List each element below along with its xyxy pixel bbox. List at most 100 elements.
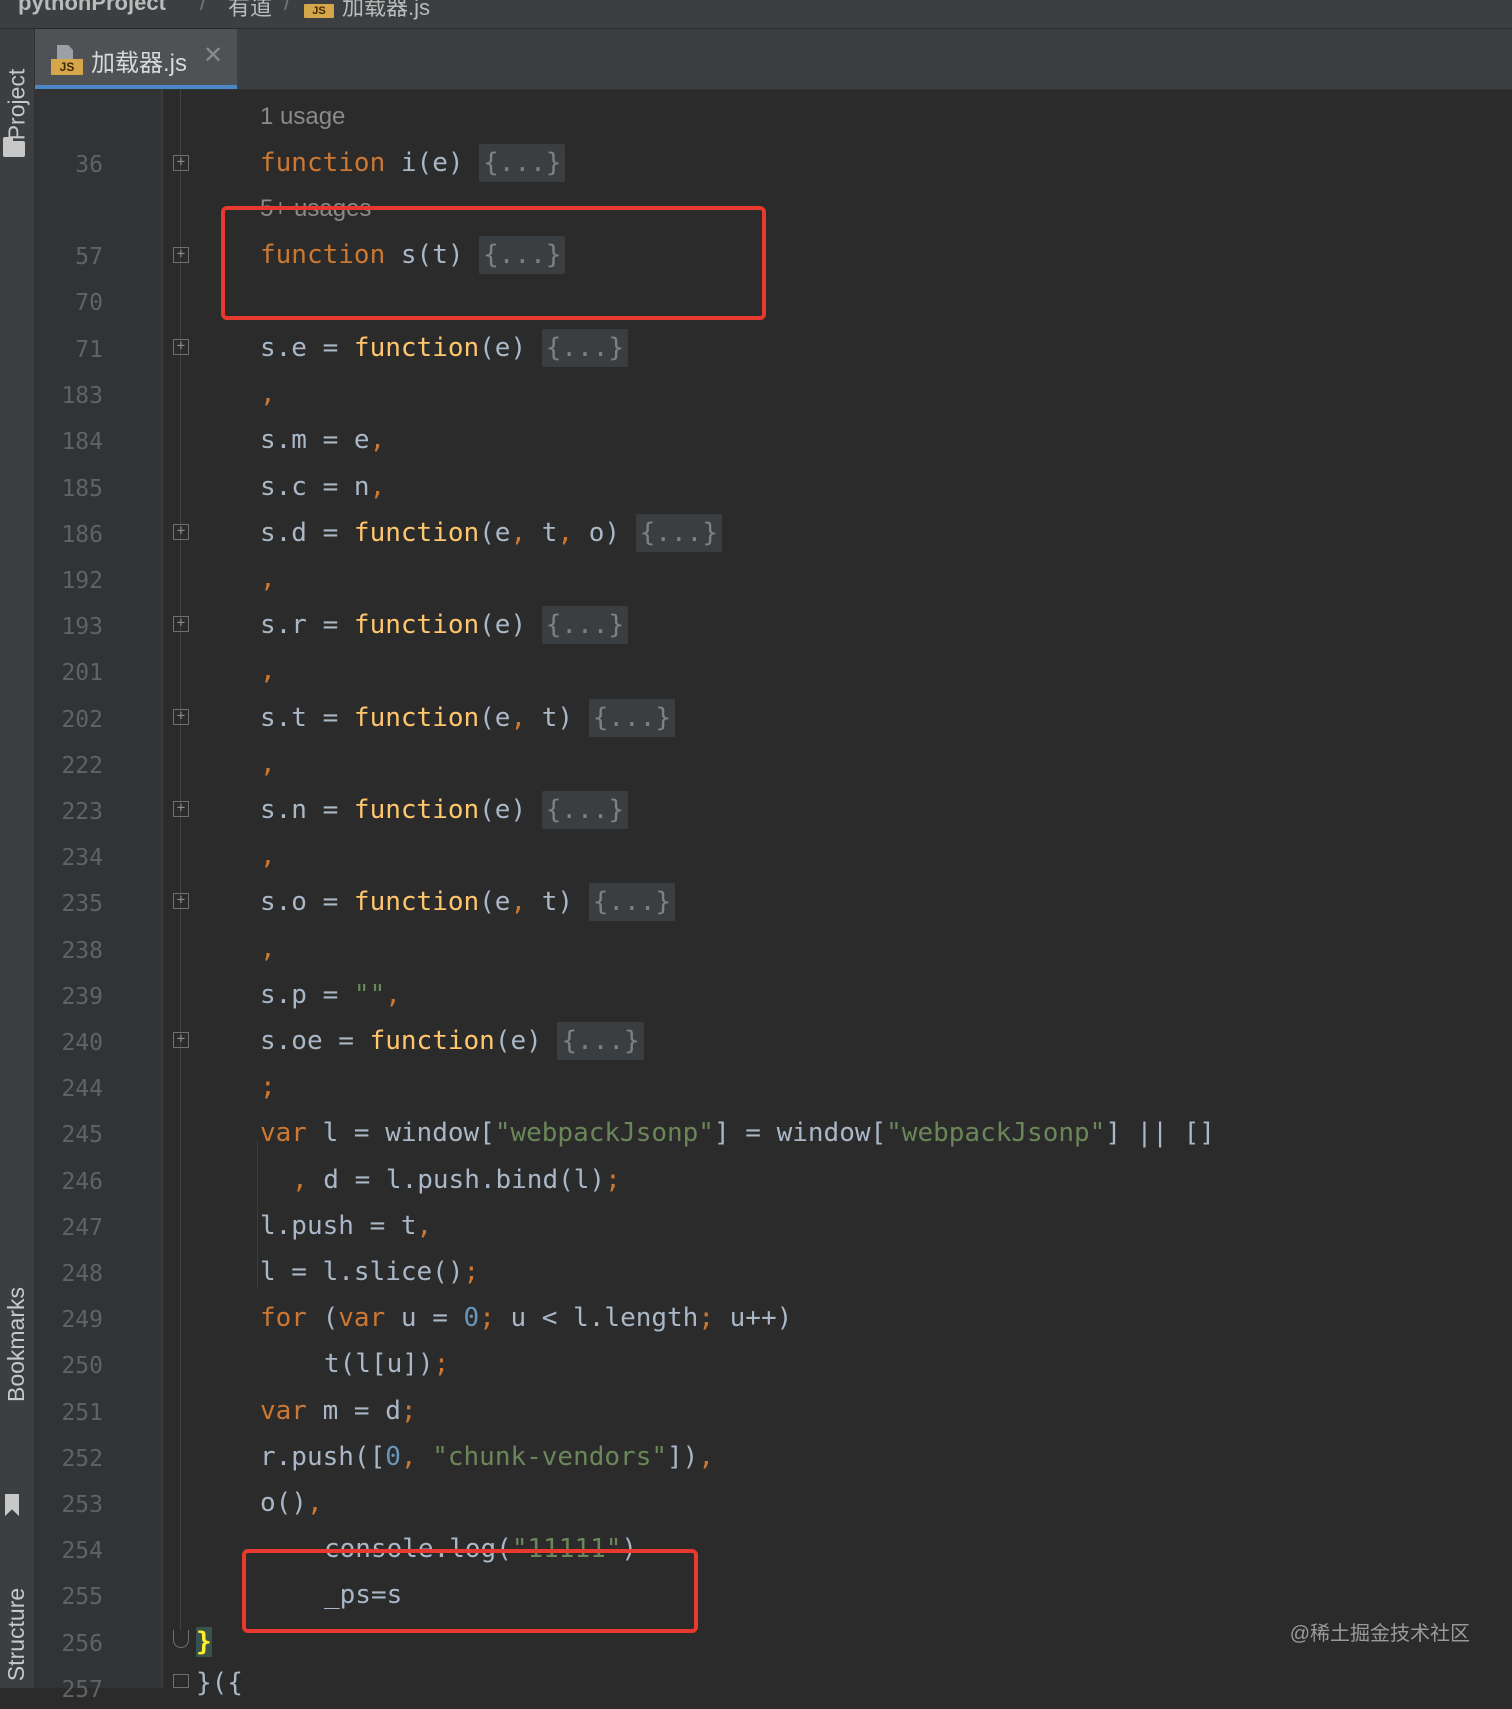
- line-number[interactable]: 244: [40, 1074, 103, 1104]
- line-number[interactable]: 57: [40, 242, 103, 272]
- folded-block[interactable]: {...}: [588, 883, 676, 921]
- code-line-222[interactable]: ,: [260, 749, 276, 779]
- bookmark-icon[interactable]: [5, 1494, 19, 1516]
- code-line-247[interactable]: l.push = t,: [260, 1211, 432, 1241]
- fold-expand-icon[interactable]: +: [173, 1032, 189, 1048]
- fold-expand-icon[interactable]: +: [173, 339, 189, 355]
- line-number[interactable]: 255: [40, 1582, 103, 1612]
- editor-tabs: JS 加载器.js ✕: [35, 29, 1512, 90]
- code-line-235[interactable]: s.o = function(e, t) {...}: [260, 883, 676, 921]
- line-number[interactable]: 253: [40, 1490, 103, 1520]
- code-line-183[interactable]: ,: [260, 379, 276, 409]
- fold-collapse-icon[interactable]: [173, 1674, 189, 1688]
- js-file-icon: JS: [304, 4, 334, 18]
- line-number[interactable]: 202: [40, 705, 103, 735]
- line-number[interactable]: 250: [40, 1351, 103, 1381]
- watermark: @稀土掘金技术社区: [1289, 1623, 1470, 1645]
- code-line-256[interactable]: }: [196, 1627, 212, 1657]
- code-line-238[interactable]: ,: [260, 934, 276, 964]
- code-line-245[interactable]: var l = window["webpackJsonp"] = window[…: [260, 1118, 1215, 1148]
- line-number[interactable]: 234: [40, 843, 103, 873]
- code-line-251[interactable]: var m = d;: [260, 1396, 417, 1426]
- line-number[interactable]: 186: [40, 520, 103, 550]
- code-line-223[interactable]: s.n = function(e) {...}: [260, 791, 629, 829]
- line-number[interactable]: 36: [40, 150, 103, 180]
- close-icon[interactable]: ✕: [203, 41, 223, 70]
- code-line-250[interactable]: t(l[u]);: [324, 1349, 449, 1379]
- folded-block[interactable]: {...}: [588, 699, 676, 737]
- code-line-201[interactable]: ,: [260, 656, 276, 686]
- matched-brace: }: [196, 1627, 212, 1657]
- line-number[interactable]: 257: [40, 1675, 103, 1705]
- fold-expand-icon[interactable]: +: [173, 524, 189, 540]
- folder-icon[interactable]: [3, 137, 25, 157]
- code-line-36[interactable]: function i(e) {...}: [260, 144, 566, 182]
- breadcrumb-project[interactable]: pythonProject: [18, 0, 166, 16]
- code-line-192[interactable]: ,: [260, 564, 276, 594]
- line-number[interactable]: 247: [40, 1213, 103, 1243]
- fold-expand-icon[interactable]: +: [173, 247, 189, 263]
- fold-expand-icon[interactable]: +: [173, 155, 189, 171]
- line-number[interactable]: 246: [40, 1167, 103, 1197]
- line-number[interactable]: 235: [40, 889, 103, 919]
- code-line-234[interactable]: ,: [260, 841, 276, 871]
- line-number[interactable]: 201: [40, 658, 103, 688]
- breadcrumb-file[interactable]: 加载器.js: [342, 0, 430, 22]
- line-number[interactable]: 184: [40, 427, 103, 457]
- code-line-184[interactable]: s.m = e,: [260, 425, 385, 455]
- code-line-240[interactable]: s.oe = function(e) {...}: [260, 1022, 644, 1060]
- folded-block[interactable]: {...}: [541, 606, 629, 644]
- line-number[interactable]: 238: [40, 936, 103, 966]
- line-number[interactable]: 251: [40, 1398, 103, 1428]
- line-number[interactable]: 239: [40, 982, 103, 1012]
- line-number[interactable]: 223: [40, 797, 103, 827]
- line-number[interactable]: 183: [40, 381, 103, 411]
- code-line-252[interactable]: r.push([0, "chunk-vendors"]),: [260, 1442, 714, 1472]
- annotation-box-ps-assign: [242, 1549, 698, 1633]
- line-number[interactable]: 70: [40, 288, 103, 318]
- line-number[interactable]: 240: [40, 1028, 103, 1058]
- code-line-253[interactable]: o(),: [260, 1488, 323, 1518]
- code-line-249[interactable]: for (var u = 0; u < l.length; u++): [260, 1303, 792, 1333]
- line-number[interactable]: 249: [40, 1305, 103, 1335]
- code-line-185[interactable]: s.c = n,: [260, 472, 385, 502]
- structure-tool-button[interactable]: Structure: [0, 1559, 34, 1709]
- code-line-244[interactable]: ;: [260, 1072, 276, 1102]
- line-number[interactable]: 192: [40, 566, 103, 596]
- bookmarks-tool-button[interactable]: Bookmarks: [0, 1259, 34, 1429]
- line-number[interactable]: 222: [40, 751, 103, 781]
- code-line-202[interactable]: s.t = function(e, t) {...}: [260, 699, 676, 737]
- line-number[interactable]: 248: [40, 1259, 103, 1289]
- line-number[interactable]: 245: [40, 1120, 103, 1150]
- line-number[interactable]: 254: [40, 1536, 103, 1566]
- line-number[interactable]: 252: [40, 1444, 103, 1474]
- code-line-248[interactable]: l = l.slice();: [260, 1257, 479, 1287]
- line-number[interactable]: 193: [40, 612, 103, 642]
- js-file-icon: JS: [51, 45, 83, 75]
- folded-block[interactable]: {...}: [557, 1022, 644, 1060]
- line-number[interactable]: 71: [40, 335, 103, 365]
- code-line-186[interactable]: s.d = function(e, t, o) {...}: [260, 514, 722, 552]
- fold-expand-icon[interactable]: +: [173, 709, 189, 725]
- annotation-box-function-s: [221, 206, 766, 320]
- fold-collapse-icon[interactable]: [173, 1630, 189, 1648]
- line-number[interactable]: 256: [40, 1629, 103, 1659]
- line-number[interactable]: 185: [40, 474, 103, 504]
- fold-expand-icon[interactable]: +: [173, 801, 189, 817]
- indent-guide: [257, 1140, 258, 1288]
- code-line-257[interactable]: }({: [196, 1668, 243, 1698]
- code-line-71[interactable]: s.e = function(e) {...}: [260, 329, 629, 367]
- fold-expand-icon[interactable]: +: [173, 893, 189, 909]
- code-line-246[interactable]: , d = l.push.bind(l);: [292, 1165, 621, 1195]
- code-line-239[interactable]: s.p = "",: [260, 980, 401, 1010]
- breadcrumb-folder[interactable]: 有道: [228, 0, 272, 22]
- usage-hint[interactable]: 1 usage: [260, 102, 345, 132]
- folded-block[interactable]: {...}: [479, 144, 566, 182]
- tab-loader-js[interactable]: JS 加载器.js ✕: [35, 29, 237, 89]
- folded-block[interactable]: {...}: [541, 791, 629, 829]
- breadcrumb-separator: /: [284, 0, 291, 15]
- folded-block[interactable]: {...}: [541, 329, 629, 367]
- folded-block[interactable]: {...}: [635, 514, 722, 552]
- fold-expand-icon[interactable]: +: [173, 616, 189, 632]
- code-line-193[interactable]: s.r = function(e) {...}: [260, 606, 629, 644]
